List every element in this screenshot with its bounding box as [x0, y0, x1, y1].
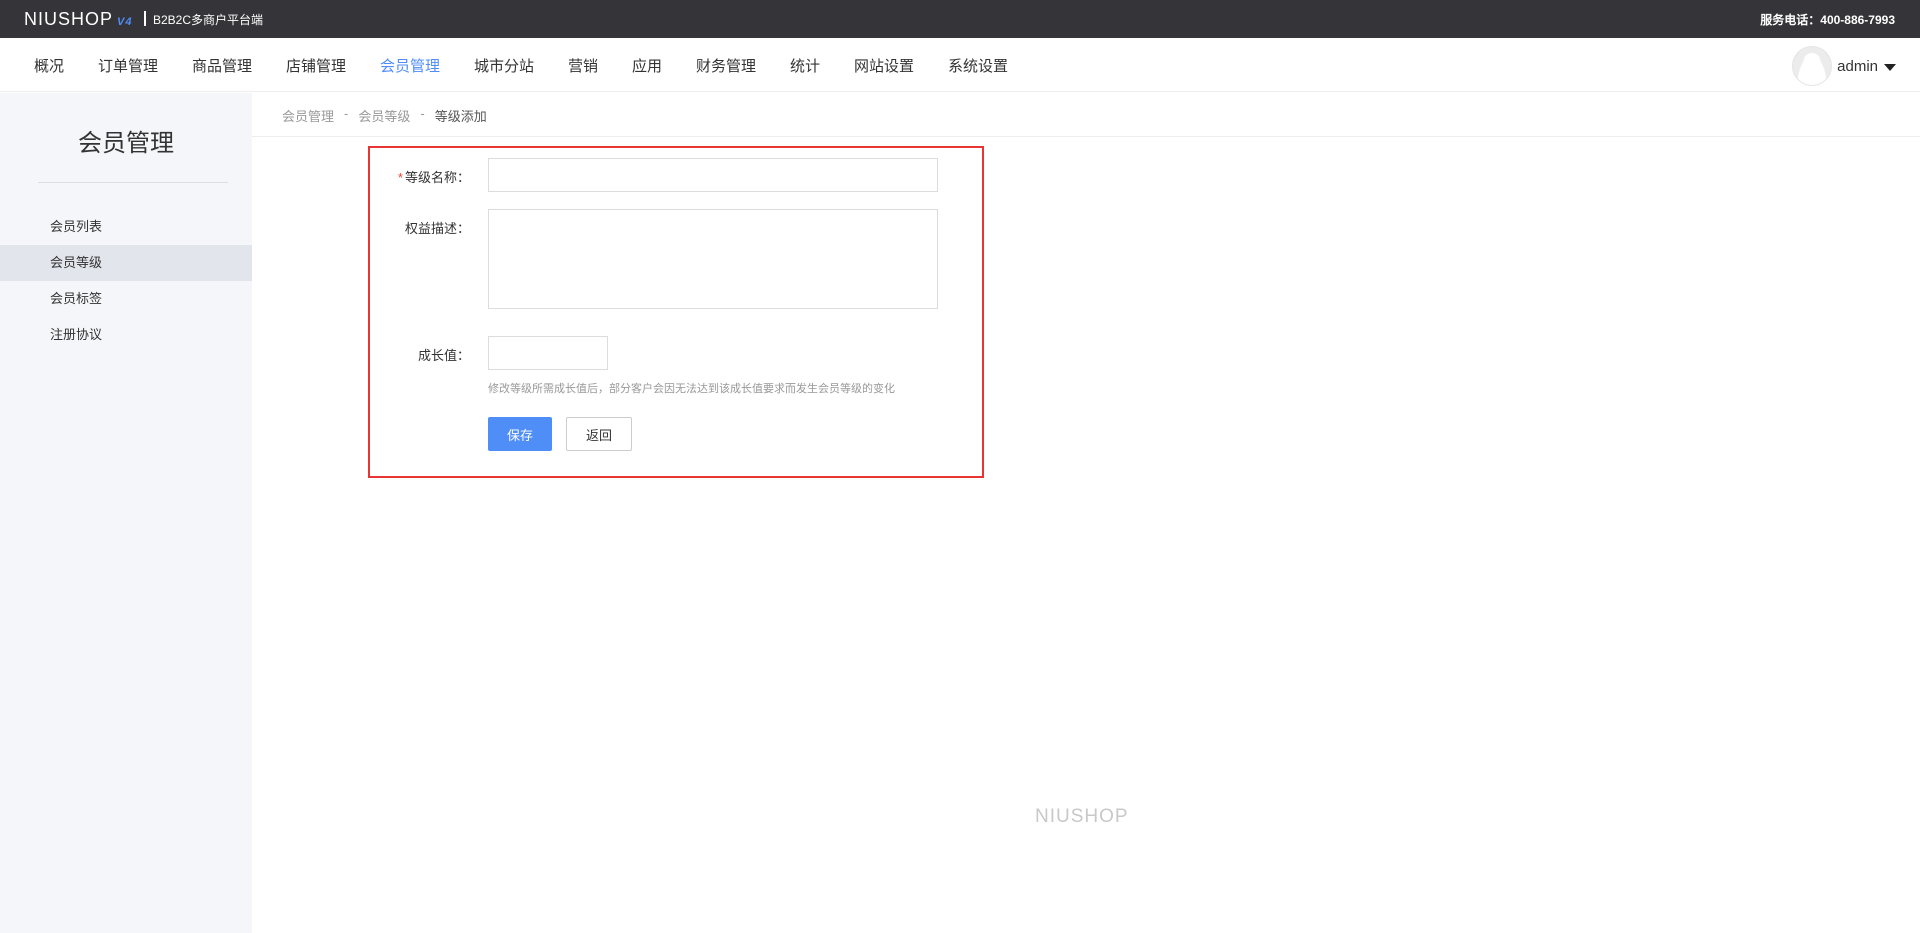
breadcrumb-current: 等级添加 [434, 109, 487, 124]
sidebar-item-member-level[interactable]: 会员等级 [0, 245, 252, 281]
footer-logo: NIUSHOP [1035, 806, 1129, 827]
level-name-label: * 等级名称： [370, 167, 470, 186]
logo-version: V4 [117, 16, 133, 28]
sidebar-item-member-tags[interactable]: 会员标签 [0, 281, 252, 317]
platform-name: B2B2C多商户平台端 [153, 13, 264, 27]
nav-members[interactable]: 会员管理 [380, 55, 440, 76]
nav-system-settings[interactable]: 系统设置 [948, 55, 1008, 76]
main-nav: 概况 订单管理 商品管理 店铺管理 会员管理 城市分站 营销 应用 财务管理 统… [0, 38, 1920, 92]
level-name-input[interactable] [488, 158, 938, 192]
logo-divider [144, 11, 146, 26]
breadcrumb-separator: - [420, 106, 425, 121]
nav-overview[interactable]: 概况 [34, 55, 64, 76]
sidebar-item-register-agreement[interactable]: 注册协议 [0, 317, 252, 353]
top-bar: NIUSHOP V4 B2B2C多商户平台端 服务电话：400-886-7993 [0, 0, 1920, 38]
breadcrumb-member-manage[interactable]: 会员管理 [282, 106, 334, 125]
required-mark: * [397, 170, 403, 185]
growth-value-input[interactable] [488, 336, 608, 370]
nav-site-settings[interactable]: 网站设置 [854, 55, 914, 76]
nav-orders[interactable]: 订单管理 [98, 55, 158, 76]
sidebar: 会员管理 会员列表 会员等级 会员标签 注册协议 [0, 93, 252, 933]
breadcrumb-separator: - [344, 106, 349, 121]
logo-text: NIUSHOP [24, 9, 114, 29]
nav-apps[interactable]: 应用 [632, 55, 662, 76]
avatar [1792, 46, 1833, 86]
nav-finance[interactable]: 财务管理 [696, 55, 756, 76]
nav-stats[interactable]: 统计 [790, 55, 820, 76]
nav-marketing[interactable]: 营销 [568, 55, 598, 76]
back-button[interactable]: 返回 [566, 417, 632, 451]
niushop-logo[interactable]: NIUSHOP V4 [24, 9, 132, 30]
user-menu[interactable]: admin [1792, 46, 1896, 86]
growth-value-label: 成长值： [417, 348, 470, 363]
growth-value-hint: 修改等级所需成长值后，部分客户会因无法达到该成长值要求而发生会员等级的变化 [488, 383, 895, 395]
level-name-label-text: 等级名称： [404, 170, 470, 185]
sidebar-item-member-list[interactable]: 会员列表 [0, 209, 252, 245]
breadcrumb-member-level[interactable]: 会员等级 [358, 106, 410, 125]
service-phone: 服务电话：400-886-7993 [1760, 13, 1895, 27]
caret-down-icon [1884, 63, 1896, 71]
benefit-desc-label: 权益描述： [404, 221, 470, 236]
breadcrumb: 会员管理 - 会员等级 - 等级添加 [252, 93, 1920, 137]
nav-city-sites[interactable]: 城市分站 [474, 55, 534, 76]
sidebar-divider [38, 182, 228, 183]
benefit-desc-textarea[interactable] [488, 209, 938, 309]
nav-shops[interactable]: 店铺管理 [286, 55, 346, 76]
nav-goods[interactable]: 商品管理 [192, 55, 252, 76]
username: admin [1837, 57, 1878, 75]
level-add-form: * 等级名称： 权益描述： 成长值： 修改等级所需成长值后，部分客户会因无法达到该… [368, 146, 984, 478]
save-button[interactable]: 保存 [488, 417, 552, 451]
sidebar-title: 会员管理 [78, 130, 174, 157]
